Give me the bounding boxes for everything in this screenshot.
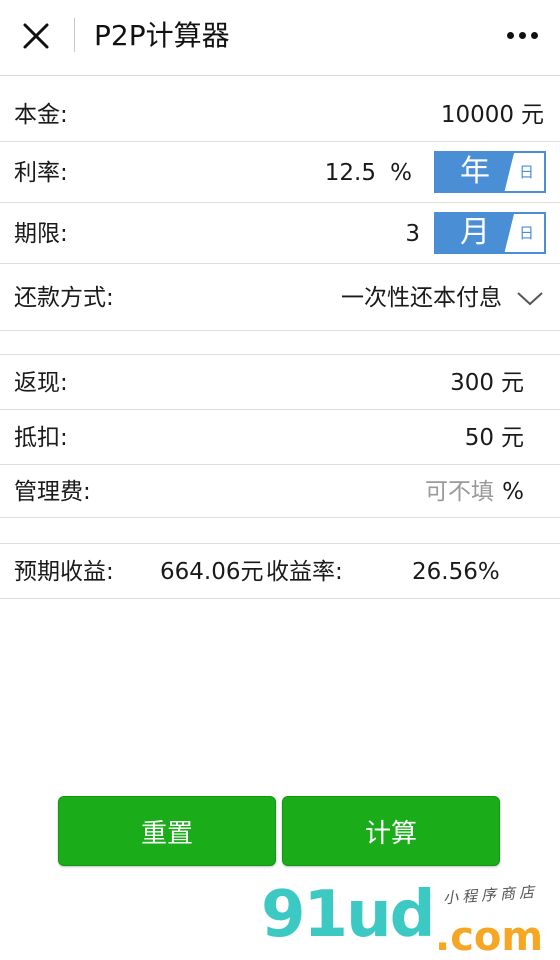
repayment-label: 还款方式: bbox=[14, 285, 114, 311]
repayment-row[interactable]: 还款方式: 一次性还本付息 bbox=[0, 265, 560, 331]
fee-label: 管理费: bbox=[14, 479, 91, 505]
rate-toggle-day[interactable]: 日 bbox=[519, 153, 534, 191]
result-row: 预期收益: 664.06元 收益率: 26.56% bbox=[0, 545, 560, 599]
rate-input[interactable]: 12.5 bbox=[325, 143, 376, 203]
close-button[interactable] bbox=[14, 16, 58, 56]
rate-toggle-year[interactable]: 年 bbox=[436, 153, 514, 191]
repayment-select[interactable]: 一次性还本付息 bbox=[341, 265, 502, 331]
yield-rate-value: 26.56% bbox=[412, 559, 500, 585]
term-row: 期限: 3 月 日 bbox=[0, 204, 560, 264]
deduction-label: 抵扣: bbox=[14, 425, 68, 451]
cashback-unit: 元 bbox=[501, 370, 524, 396]
watermark-logo: 91ud bbox=[261, 878, 435, 952]
close-icon bbox=[23, 23, 49, 49]
deduction-input[interactable]: 50 bbox=[465, 411, 494, 465]
cashback-label: 返现: bbox=[14, 370, 68, 396]
fee-unit: % bbox=[502, 479, 524, 505]
term-period-toggle[interactable]: 月 日 bbox=[434, 212, 546, 254]
cashback-row: 返现: 300 元 bbox=[0, 356, 560, 410]
term-input[interactable]: 3 bbox=[405, 204, 420, 264]
principal-unit: 元 bbox=[521, 102, 544, 128]
title-bar: P2P计算器 bbox=[0, 0, 560, 76]
fee-row: 管理费: 可不填 % bbox=[0, 466, 560, 518]
chevron-down-icon[interactable] bbox=[516, 291, 544, 307]
expected-income-value: 664.06元 bbox=[160, 559, 264, 585]
rate-period-toggle[interactable]: 年 日 bbox=[434, 151, 546, 193]
reset-button[interactable]: 重置 bbox=[58, 796, 276, 866]
page-title: P2P计算器 bbox=[94, 19, 230, 52]
section-spacer bbox=[0, 518, 560, 544]
expected-income-label: 预期收益: bbox=[14, 559, 114, 585]
term-toggle-month[interactable]: 月 bbox=[436, 214, 514, 252]
watermark-domain: .com bbox=[435, 914, 544, 960]
section-spacer bbox=[0, 331, 560, 355]
more-dots-icon bbox=[506, 31, 514, 39]
cashback-input[interactable]: 300 bbox=[450, 356, 494, 410]
rate-row: 利率: 12.5 % 年 日 bbox=[0, 143, 560, 203]
term-toggle-day[interactable]: 日 bbox=[519, 214, 534, 252]
calculate-button[interactable]: 计算 bbox=[282, 796, 500, 866]
rate-unit: % bbox=[390, 160, 412, 186]
watermark: 91ud 小程序商店 .com bbox=[255, 878, 555, 960]
principal-label: 本金: bbox=[14, 102, 68, 128]
watermark-subtitle: 小程序商店 bbox=[442, 882, 539, 908]
term-label: 期限: bbox=[14, 221, 68, 247]
deduction-unit: 元 bbox=[501, 425, 524, 451]
top-spacer bbox=[0, 76, 560, 88]
deduction-row: 抵扣: 50 元 bbox=[0, 411, 560, 465]
rate-label: 利率: bbox=[14, 160, 68, 186]
fee-input[interactable]: 可不填 bbox=[425, 466, 494, 518]
more-button[interactable] bbox=[502, 22, 542, 48]
principal-row: 本金: 10000 元 bbox=[0, 88, 560, 142]
header-divider bbox=[74, 18, 75, 52]
yield-rate-label: 收益率: bbox=[266, 559, 343, 585]
principal-input[interactable]: 10000 bbox=[441, 88, 514, 142]
